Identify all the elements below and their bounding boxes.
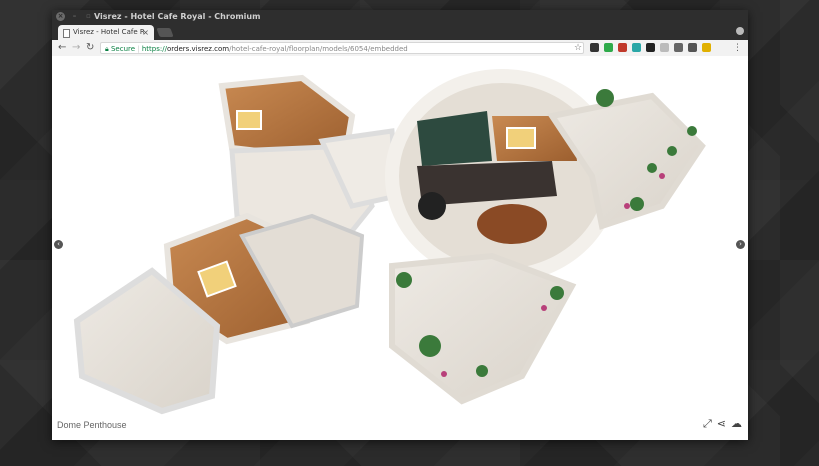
window-title: Visrez - Hotel Cafe Royal - Chromium: [94, 12, 261, 21]
next-arrow-icon[interactable]: ›: [736, 240, 745, 249]
ext-4-icon[interactable]: [632, 43, 641, 52]
bed: [236, 110, 262, 130]
ext-1-icon[interactable]: [590, 43, 599, 52]
window-controls: × – ▫: [56, 12, 93, 21]
close-window-button[interactable]: ×: [56, 12, 65, 21]
menu-icon[interactable]: ⋮: [733, 40, 742, 56]
tab-close-icon[interactable]: ×: [142, 25, 149, 40]
new-tab-button[interactable]: [156, 28, 174, 37]
reload-button[interactable]: ↻: [86, 40, 94, 56]
url-scheme: https://: [141, 45, 167, 53]
back-button[interactable]: ←: [58, 40, 66, 56]
ext-2-icon[interactable]: [604, 43, 613, 52]
ext-3-icon[interactable]: [618, 43, 627, 52]
profile-icon[interactable]: [736, 27, 744, 35]
prev-arrow-icon[interactable]: ‹: [54, 240, 63, 249]
rug: [477, 204, 547, 244]
browser-window: × – ▫ Visrez - Hotel Cafe Royal - Chromi…: [52, 10, 748, 440]
title-bar: × – ▫ Visrez - Hotel Cafe Royal - Chromi…: [52, 10, 748, 24]
tab-strip: Visrez - Hotel Cafe R ×: [52, 24, 748, 40]
fullscreen-icon[interactable]: ⤢: [703, 417, 712, 431]
browser-toolbar: ← → ↻ 🔒︎ Secure | https://orders.visrez.…: [52, 40, 748, 57]
floorplan-caption: Dome Penthouse: [57, 420, 127, 430]
maximize-window-button[interactable]: ▫: [84, 12, 93, 21]
share-icon[interactable]: ⋖: [717, 417, 726, 431]
ext-8-icon[interactable]: [688, 43, 697, 52]
bookmark-star-icon[interactable]: ☆: [574, 40, 582, 56]
download-icon[interactable]: ☁: [731, 417, 742, 431]
ext-6-icon[interactable]: [660, 43, 669, 52]
secure-label: Secure: [110, 45, 136, 53]
tab-visrez[interactable]: Visrez - Hotel Cafe R ×: [58, 25, 154, 40]
ext-7-icon[interactable]: [674, 43, 683, 52]
floorplan-3d-model[interactable]: [52, 56, 748, 440]
url-host: orders.visrez.com: [166, 45, 230, 53]
tab-label: Visrez - Hotel Cafe R: [73, 28, 145, 36]
floorplan-viewer[interactable]: ‹ › Dome Penthouse ⤢ ⋖ ☁: [52, 56, 748, 440]
address-bar[interactable]: 🔒︎ Secure | https://orders.visrez.com/ho…: [100, 42, 584, 54]
forward-button[interactable]: →: [72, 40, 80, 56]
ext-9-icon[interactable]: [702, 43, 711, 52]
dining-table: [418, 192, 446, 220]
south-terrace: [389, 252, 577, 405]
page-icon: [63, 29, 70, 38]
url-path: /hotel-cafe-royal/floorplan/models/6054/…: [229, 45, 408, 53]
bed: [506, 127, 536, 149]
minimize-window-button[interactable]: –: [70, 12, 79, 21]
lock-icon: 🔒︎: [105, 45, 109, 53]
ext-5-icon[interactable]: [646, 43, 655, 52]
viewer-controls: ⤢ ⋖ ☁: [703, 417, 742, 431]
